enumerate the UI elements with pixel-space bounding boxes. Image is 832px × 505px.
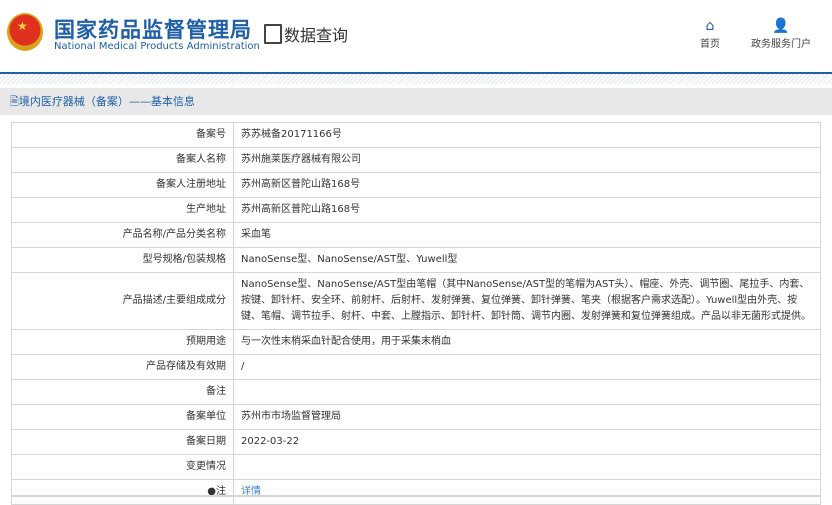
table-row: 备案人名称 苏州施莱医疗器械有限公司 (11, 147, 821, 173)
data-query-label: 数据查询 (284, 26, 349, 45)
row-value: 苏州市市场监督管理局 (233, 404, 821, 430)
document-icon: 🗎 (10, 95, 19, 108)
table-row: 变更情况 (11, 454, 821, 480)
row-label: 型号规格/包装规格 (11, 247, 234, 273)
table-row: 备案单位 苏州市市场监督管理局 (11, 404, 821, 430)
row-label: 备案号 (11, 122, 234, 148)
table-row: 产品描述/主要组成成分 NanoSense型、NanoSense/AST型由笔帽（… (11, 272, 821, 330)
row-value (233, 379, 821, 405)
row-value: 2022-03-22 (233, 429, 821, 455)
row-label: 备案单位 (11, 404, 234, 430)
row-label: 备案人注册地址 (11, 172, 234, 198)
table-row: 预期用途 与一次性末梢采血针配合使用，用于采集末梢血 (11, 329, 821, 355)
table-row: 备案日期 2022-03-22 (11, 429, 821, 455)
row-label: 备案人名称 (11, 147, 234, 173)
data-query-title[interactable]: 数据查询 (264, 22, 348, 46)
table-bottom-divider (11, 495, 821, 497)
site-header: ★ 国家药品监督管理局 National Medical Products Ad… (0, 0, 832, 74)
row-label: 产品描述/主要组成成分 (11, 272, 234, 330)
row-value: 苏州高新区普陀山路168号 (233, 197, 821, 223)
nav-home[interactable]: ⌂ 首页 (692, 17, 728, 50)
row-value: 与一次性末梢采血针配合使用，用于采集末梢血 (233, 329, 821, 355)
header-stripe-divider (0, 74, 832, 84)
nav-home-label: 首页 (700, 39, 720, 50)
table-row: 备案人注册地址 苏州高新区普陀山路168号 (11, 172, 821, 198)
row-value (233, 454, 821, 480)
table-row: 备案号 苏苏械备20171166号 (11, 122, 821, 148)
row-value: 采血笔 (233, 222, 821, 248)
national-emblem-logo: ★ (7, 13, 43, 51)
row-label: 备案日期 (11, 429, 234, 455)
row-value: 苏苏械备20171166号 (233, 122, 821, 148)
user-icon: 👤 (772, 18, 790, 34)
nav-service-portal[interactable]: 👤 政务服务门户 (746, 17, 816, 50)
home-icon: ⌂ (705, 18, 715, 34)
table-row: 生产地址 苏州高新区普陀山路168号 (11, 197, 821, 223)
table-row: 备注 (11, 379, 821, 405)
site-title-en: National Medical Products Administration (54, 41, 260, 52)
row-value: NanoSense型、NanoSense/AST型由笔帽（其中NanoSense… (233, 272, 821, 330)
row-label: 备注 (11, 379, 234, 405)
row-label: 变更情况 (11, 454, 234, 480)
row-label: 产品存储及有效期 (11, 354, 234, 380)
detail-table: 备案号 苏苏械备20171166号 备案人名称 苏州施莱医疗器械有限公司 备案人注册地址… (11, 122, 821, 505)
breadcrumb: 🗎境内医疗器械（备案）——基本信息 (0, 88, 832, 115)
row-label: 预期用途 (11, 329, 234, 355)
document-search-icon (264, 24, 282, 44)
table-row: 产品名称/产品分类名称 采血笔 (11, 222, 821, 248)
site-title[interactable]: 国家药品监督管理局 (54, 14, 252, 44)
row-label: 生产地址 (11, 197, 234, 223)
table-row: 产品存储及有效期 / (11, 354, 821, 380)
breadcrumb-text: 境内医疗器械（备案）——基本信息 (18, 95, 195, 108)
nav-service-portal-label: 政务服务门户 (751, 39, 811, 50)
row-value: NanoSense型、NanoSense/AST型、Yuwell型 (233, 247, 821, 273)
row-value: 详情 (233, 479, 821, 505)
row-value: 苏州高新区普陀山路168号 (233, 172, 821, 198)
row-value: / (233, 354, 821, 380)
row-label: ●注 (11, 479, 234, 505)
table-row-note: ●注 详情 (11, 479, 821, 505)
row-label: 产品名称/产品分类名称 (11, 222, 234, 248)
table-row: 型号规格/包装规格 NanoSense型、NanoSense/AST型、Yuwel… (11, 247, 821, 273)
row-value: 苏州施莱医疗器械有限公司 (233, 147, 821, 173)
